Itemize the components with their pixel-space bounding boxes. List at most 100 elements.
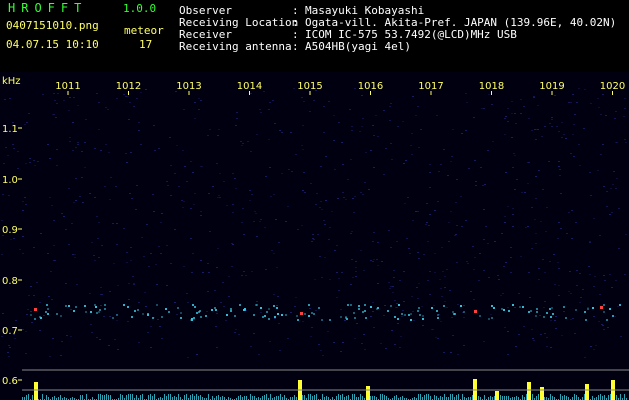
meter-bar — [348, 395, 349, 400]
x-tick-label: 1013 — [176, 81, 201, 92]
signal-dot — [398, 304, 400, 306]
meter-bar — [602, 396, 603, 400]
signal-dot — [73, 310, 75, 312]
signal-dot — [551, 307, 553, 309]
meter-bar — [352, 394, 353, 400]
signal-dot — [565, 317, 567, 319]
meter-bar — [566, 396, 567, 400]
signal-dot — [460, 305, 462, 307]
signal-dot — [264, 315, 266, 317]
signal-dot — [587, 308, 589, 310]
x-tick-label: 1019 — [539, 81, 564, 92]
meter-bar — [86, 394, 87, 400]
signal-dot — [260, 307, 262, 309]
meter-bar — [562, 396, 563, 400]
signal-dot — [443, 305, 445, 307]
meter-bar — [396, 395, 397, 400]
meter-bar — [304, 395, 305, 400]
meter-bar — [314, 395, 315, 400]
meter-bar — [598, 395, 599, 400]
signal-dot — [606, 319, 608, 321]
meter-bar — [494, 396, 495, 400]
meter-bar — [82, 395, 83, 400]
signal-dot — [168, 311, 170, 313]
meter-bar — [342, 394, 343, 400]
signal-dot — [211, 309, 213, 311]
signal-dot — [192, 304, 194, 306]
meter-bar — [508, 396, 509, 400]
meter-spike — [366, 386, 370, 400]
meter-bar — [624, 394, 625, 400]
signal-dot — [543, 316, 545, 318]
meter-bar — [616, 395, 617, 400]
meter-bar — [122, 395, 123, 400]
meter-bar — [198, 396, 199, 400]
meter-bar — [154, 394, 155, 400]
signal-dot — [479, 315, 481, 317]
meter-bar — [110, 395, 111, 400]
meter-bar — [60, 395, 61, 400]
signal-hot-dot — [34, 308, 37, 311]
signal-dot — [75, 306, 77, 308]
signal-dot — [491, 305, 493, 307]
meter-bar — [142, 394, 143, 400]
file-name: 0407151010.png — [6, 19, 99, 32]
meter-bar — [54, 396, 55, 400]
meter-bar — [428, 394, 429, 400]
meter-bar — [450, 394, 451, 400]
signal-dot — [390, 305, 392, 307]
signal-dot — [266, 311, 268, 313]
meter-bar — [430, 396, 431, 400]
meter-bar — [604, 395, 605, 400]
signal-dot — [268, 308, 270, 310]
signal-dot — [493, 307, 495, 309]
signal-dot — [575, 309, 577, 311]
signal-dot — [318, 307, 320, 309]
signal-dot — [199, 310, 201, 312]
meter-bar — [600, 394, 601, 400]
signal-dot — [214, 307, 216, 309]
signal-dot — [362, 311, 364, 313]
spectrogram-canvas: kHz 1.1 1.0 0.9 0.8 0.7 0.6 1011 1012 1013 1014 10… — [0, 72, 629, 400]
meter-bar — [136, 395, 137, 400]
meter-bar — [458, 394, 459, 400]
signal-dot — [147, 314, 149, 316]
meter-bar — [370, 396, 371, 400]
meter-bar — [26, 395, 27, 400]
meter-bar — [152, 396, 153, 400]
meter-bar — [170, 394, 171, 400]
meter-bar — [536, 396, 537, 400]
x-tick-label: 1020 — [600, 81, 625, 92]
signal-dot — [239, 304, 241, 306]
signal-dot — [603, 304, 605, 306]
meter-spike — [540, 387, 544, 400]
signal-dot — [619, 304, 621, 306]
meter-bar — [550, 394, 551, 400]
app-version: 1.0.0 — [123, 2, 157, 15]
signal-dot — [234, 315, 236, 317]
signal-dot — [452, 311, 454, 313]
meter-bar — [246, 396, 247, 400]
meter-bar — [440, 396, 441, 400]
signal-dot — [376, 308, 378, 310]
meter-bar — [166, 396, 167, 400]
signal-dot — [550, 316, 552, 318]
meter-bar — [184, 395, 185, 400]
meter-bar — [222, 396, 223, 400]
signal-dot — [296, 315, 298, 317]
y-tick-label: 1.1 — [2, 124, 18, 135]
meter-spike — [495, 391, 499, 400]
signal-dot — [313, 313, 315, 315]
signal-dot — [401, 313, 403, 315]
signal-dot — [365, 317, 367, 319]
meter-bar — [402, 396, 403, 400]
signal-dot — [419, 314, 421, 316]
x-tick-label: 1016 — [358, 81, 383, 92]
signal-dot — [503, 309, 505, 311]
signal-dot — [370, 306, 372, 308]
signal-dot — [304, 313, 306, 315]
signal-dot — [297, 319, 299, 321]
meter-bar — [216, 396, 217, 400]
signal-dot — [95, 306, 97, 308]
meter-bar — [506, 396, 507, 400]
